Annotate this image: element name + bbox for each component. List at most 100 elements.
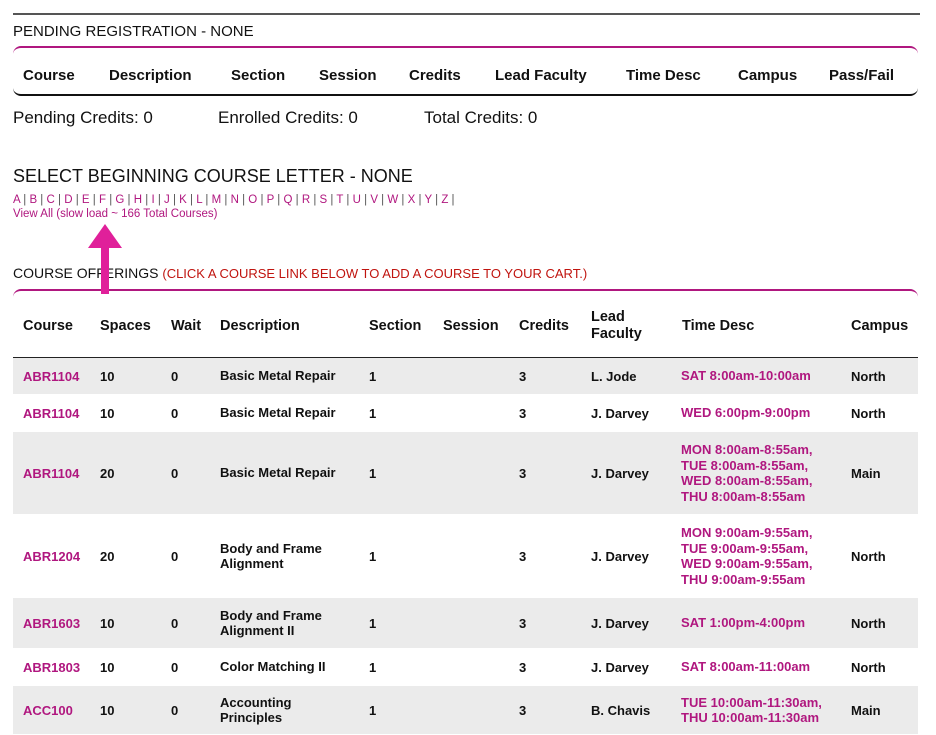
course-letter-links: A | B | C | D | E | F | G | H | I | J | …	[13, 194, 455, 206]
view-all-link[interactable]: View All (slow load ~ 166 Total Courses)	[13, 208, 217, 220]
spaces-cell: 10	[100, 702, 115, 718]
offerings-header-row: Course Spaces Wait Description Section S…	[13, 291, 918, 358]
letter-link-p[interactable]: P	[267, 194, 274, 206]
course-offerings-label: COURSE OFFERINGS	[13, 265, 159, 281]
offerings-header-credits: Credits	[519, 318, 569, 334]
section-cell: 1	[369, 548, 377, 564]
course-link[interactable]: ABR1803	[23, 660, 80, 675]
letter-link-y[interactable]: Y	[424, 194, 431, 206]
course-link[interactable]: ABR1104	[23, 466, 79, 481]
table-row: ABR1104 10 0 Basic Metal Repair 1 3 L. Jode SAT…	[13, 358, 918, 395]
letter-link-e[interactable]: E	[82, 194, 90, 206]
letter-link-g[interactable]: G	[115, 194, 124, 206]
time-desc-cell: MON 9:00am-9:55am, TUE 9:00am-9:55am, WED …	[681, 525, 813, 587]
section-cell: 1	[369, 615, 377, 631]
letter-link-o[interactable]: O	[248, 194, 257, 206]
course-link[interactable]: ABR1104	[23, 406, 79, 421]
pending-header-credits: Credits	[409, 67, 461, 84]
course-link[interactable]: ACC100	[23, 703, 73, 718]
letter-link-k[interactable]: K	[179, 194, 187, 206]
offerings-header-description: Description	[220, 318, 300, 334]
enrolled-credits: Enrolled Credits: 0	[218, 108, 358, 127]
lead-faculty-cell: J. Darvey	[591, 548, 649, 564]
letter-link-m[interactable]: M	[212, 194, 222, 206]
pending-credits: Pending Credits: 0	[13, 108, 153, 127]
offerings-header-wait: Wait	[171, 318, 202, 334]
table-row: ABR1803 10 0 Color Matching II 1 3 J. Darvey SA…	[13, 649, 918, 686]
credits-cell: 3	[519, 465, 527, 481]
credits-cell: 3	[519, 548, 527, 564]
letter-link-b[interactable]: B	[29, 194, 37, 206]
pending-registration-table: Course Description Section Session Credi…	[13, 46, 918, 96]
spaces-cell: 10	[100, 659, 115, 675]
wait-cell: 0	[171, 615, 179, 631]
time-desc-cell-line: SAT 8:00am-10:00am	[681, 368, 811, 384]
lead-faculty-cell: L. Jode	[591, 368, 637, 384]
lead-faculty-cell: J. Darvey	[591, 659, 649, 675]
wait-cell: 0	[171, 659, 179, 675]
lead-faculty-cell: J. Darvey	[591, 615, 649, 631]
campus-cell: North	[851, 615, 886, 631]
credits-cell: 3	[519, 702, 527, 718]
description-cell-line: Alignment II	[220, 623, 295, 638]
description-cell-line: Body and Frame	[220, 540, 322, 556]
description-cell: Color Matching II	[220, 659, 325, 675]
credits-cell: 3	[519, 615, 527, 631]
letter-link-r[interactable]: R	[302, 194, 310, 206]
letter-separator: |	[202, 194, 212, 206]
pending-header-campus: Campus	[738, 67, 798, 84]
time-desc-cell-line: SAT 8:00am-11:00am	[681, 659, 811, 675]
wait-cell: 0	[171, 405, 179, 421]
letter-link-c[interactable]: C	[47, 194, 55, 206]
description-cell: Basic Metal Repair	[220, 465, 336, 481]
course-link[interactable]: ABR1204	[23, 549, 80, 564]
offerings-header-time-desc: Time Desc	[682, 318, 755, 334]
offerings-header-spaces: Spaces	[100, 318, 151, 334]
total-credits: Total Credits: 0	[424, 108, 538, 127]
wait-cell: 0	[171, 702, 179, 718]
letter-link-h[interactable]: H	[134, 194, 142, 206]
pending-header-section: Section	[231, 67, 286, 84]
offerings-header-lead-faculty: Lead Faculty	[591, 309, 642, 342]
letter-separator: |	[360, 194, 371, 206]
letter-separator: |	[398, 194, 408, 206]
letter-separator: |	[37, 194, 47, 206]
campus-cell: North	[851, 368, 886, 384]
letter-link-v[interactable]: V	[370, 194, 378, 206]
letter-separator: |	[327, 194, 337, 206]
letter-separator: |	[448, 194, 455, 206]
time-desc-cell: SAT 8:00am-11:00am	[681, 659, 810, 675]
course-link[interactable]: ABR1603	[23, 616, 80, 631]
letter-separator: |	[343, 194, 353, 206]
letter-separator: |	[257, 194, 267, 206]
letter-link-a[interactable]: A	[13, 194, 20, 206]
letter-link-w[interactable]: W	[387, 194, 398, 206]
campus-cell: North	[851, 405, 886, 421]
letter-separator: |	[186, 194, 197, 206]
letter-link-u[interactable]: U	[353, 194, 361, 206]
wait-cell: 0	[171, 368, 179, 384]
course-link[interactable]: ABR1104	[23, 369, 79, 384]
description-cell: Accounting Principles	[220, 695, 292, 726]
time-desc-cell-line: THU 8:00am-8:55am	[681, 488, 806, 504]
top-divider	[13, 13, 920, 15]
select-letter-title: SELECT BEGINNING COURSE LETTER - NONE	[13, 166, 413, 186]
time-desc-cell: TUE 10:00am-11:30am, THU 10:00am-11:30am	[681, 695, 822, 726]
description-cell-line: Basic Metal Repair	[220, 405, 336, 421]
offerings-rows: ABR1104 10 0 Basic Metal Repair 1 3 L. Jode SAT…	[13, 358, 918, 735]
lead-faculty-cell: B. Chavis	[591, 702, 651, 718]
letter-link-f[interactable]: F	[99, 194, 106, 206]
time-desc-cell-line: TUE 9:00am-9:55am,	[681, 540, 809, 556]
description-cell-line: Color Matching II	[220, 659, 326, 675]
time-desc-cell-line: MON 8:00am-8:55am,	[681, 442, 813, 457]
section-cell: 1	[369, 405, 377, 421]
letter-link-d[interactable]: D	[64, 194, 72, 206]
letter-separator: |	[89, 194, 99, 206]
course-offerings-hint: (CLICK A COURSE LINK BELOW TO ADD A COUR…	[162, 266, 588, 281]
letter-link-n[interactable]: N	[231, 194, 239, 206]
description-cell-line: Body and Frame	[220, 607, 322, 623]
section-cell: 1	[369, 465, 377, 481]
lead-faculty-cell: J. Darvey	[591, 405, 649, 421]
time-desc-cell-line: THU 9:00am-9:55am	[681, 571, 806, 587]
letter-separator: |	[106, 194, 116, 206]
